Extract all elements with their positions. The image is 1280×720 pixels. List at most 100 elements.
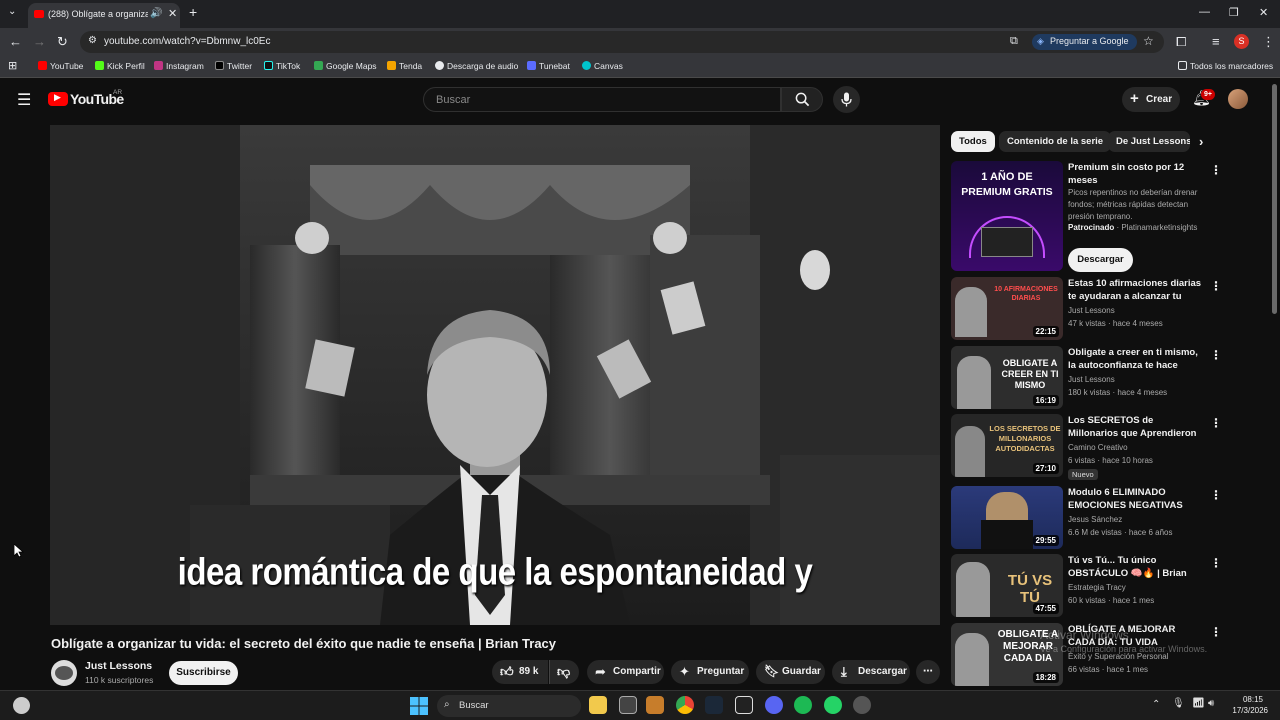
bookmark-youtube[interactable]: YouTube xyxy=(38,61,83,71)
video-thumbnail[interactable]: 10 AFIRMACIONES DIARIAS 22:15 xyxy=(951,277,1063,340)
ask-google-button[interactable]: ◈ Preguntar a Google xyxy=(1032,34,1137,50)
chrome-icon[interactable] xyxy=(676,696,694,714)
more-vertical-icon[interactable]: ⋮ xyxy=(1210,556,1222,570)
clock-date[interactable]: 17/3/2026 xyxy=(1224,706,1268,715)
create-button[interactable]: + Crear xyxy=(1122,87,1180,112)
more-vertical-icon[interactable]: ⋮ xyxy=(1210,625,1222,639)
bookmark-star-icon[interactable]: ☆ xyxy=(1143,34,1154,48)
bookmark-tunebat[interactable]: Tunebat xyxy=(527,61,570,71)
file-explorer-icon[interactable] xyxy=(589,696,607,714)
video-title[interactable]: Tú vs Tú... Tu único OBSTÁCULO 🧠🔥 | Bria… xyxy=(1068,554,1204,580)
download-button[interactable]: ⤓ Descargar xyxy=(832,660,910,684)
close-window-icon[interactable]: ✕ xyxy=(1259,6,1268,19)
ask-button[interactable]: ✦ Preguntar xyxy=(671,660,749,684)
wifi-icon[interactable]: 📶︎ xyxy=(1192,698,1205,709)
spotify-icon[interactable] xyxy=(794,696,812,714)
more-vertical-icon[interactable]: ⋮ xyxy=(1210,348,1222,362)
tab-search-icon[interactable]: ⌄ xyxy=(8,6,16,17)
search-button[interactable] xyxy=(781,87,823,112)
video-title[interactable]: Obligate a creer en ti mismo, la autocon… xyxy=(1068,346,1204,372)
site-info-icon[interactable]: ⚙ xyxy=(88,35,97,46)
channel-name[interactable]: Just Lessons xyxy=(1068,306,1115,315)
page-scrollbar[interactable] xyxy=(1272,84,1277,314)
address-bar[interactable]: ⚙ youtube.com/watch?v=Dbmnw_lc0Ec ⧉ ◈ Pr… xyxy=(80,31,1164,53)
bookmark-tenda[interactable]: Tenda xyxy=(387,61,422,71)
restore-icon[interactable]: ❐ xyxy=(1229,6,1239,19)
channel-name[interactable]: Estrategia Tracy xyxy=(1068,583,1126,592)
bookmark-twitter[interactable]: Twitter xyxy=(215,61,252,71)
channel-name[interactable]: Just Lessons xyxy=(85,660,152,672)
bookmark-canvas[interactable]: Canvas xyxy=(582,61,623,71)
cast-icon[interactable]: ⧉ xyxy=(1010,35,1018,48)
video-thumbnail[interactable]: TÚ VS TÚ 47:55 xyxy=(951,554,1063,617)
bookmark-instagram[interactable]: Instagram xyxy=(154,61,204,71)
video-thumbnail[interactable]: 29:55 xyxy=(951,486,1063,549)
forward-icon[interactable]: → xyxy=(33,34,46,49)
ad-title[interactable]: Premium sin costo por 12 meses xyxy=(1068,161,1204,187)
ad-menu-icon[interactable]: ⋮ xyxy=(1210,163,1222,177)
volume-icon[interactable]: 🔊︎ xyxy=(1208,698,1214,709)
subscribe-button[interactable]: Suscribirse xyxy=(169,661,238,685)
video-title[interactable]: Modulo 6 ELIMINADO EMOCIONES NEGATIVAS xyxy=(1068,486,1204,512)
bookmark-kick[interactable]: Kick Perfil xyxy=(95,61,145,71)
store-icon[interactable] xyxy=(619,696,637,714)
profile-avatar[interactable]: S xyxy=(1234,34,1249,49)
clock-time[interactable]: 08:15 xyxy=(1229,695,1263,704)
search-input[interactable]: Buscar xyxy=(423,87,781,112)
channel-name[interactable]: Jesus Sánchez xyxy=(1068,515,1122,524)
more-vertical-icon[interactable]: ⋮ xyxy=(1210,488,1222,502)
list-item[interactable]: OBLIGATE A CREER EN TI MISMO 16:19 Oblig… xyxy=(951,346,1261,409)
list-item[interactable]: 10 AFIRMACIONES DIARIAS 22:15 Estas 10 a… xyxy=(951,277,1261,340)
share-button[interactable]: ➦ Compartir xyxy=(587,660,664,684)
video-title[interactable]: Estas 10 afirmaciones diarias te ayudara… xyxy=(1068,277,1204,303)
reload-icon[interactable]: ↻ xyxy=(57,34,68,50)
chrome-menu-icon[interactable]: ⋮ xyxy=(1262,34,1275,50)
media-control-icon[interactable]: ≡ xyxy=(1212,34,1220,49)
minimize-icon[interactable]: — xyxy=(1199,6,1210,18)
url-text[interactable]: youtube.com/watch?v=Dbmnw_lc0Ec xyxy=(104,36,270,47)
windows-start-icon[interactable] xyxy=(410,697,428,715)
ad-thumbnail[interactable]: 1 AÑO DE PREMIUM GRATIS xyxy=(951,161,1063,271)
taskbar-search[interactable]: ⌕ Buscar xyxy=(437,695,581,717)
epic-games-icon[interactable] xyxy=(735,696,753,714)
app-icon[interactable] xyxy=(853,696,871,714)
list-item[interactable]: LOS SECRETOS DE MILLONARIOS AUTODIDACTAS… xyxy=(951,414,1261,484)
chip-todos[interactable]: Todos xyxy=(951,131,995,152)
tab-close-icon[interactable]: ✕ xyxy=(168,7,177,20)
tray-chevron-icon[interactable]: ⌃ xyxy=(1152,699,1160,710)
list-item[interactable]: 29:55 Modulo 6 ELIMINADO EMOCIONES NEGAT… xyxy=(951,486,1261,549)
video-title[interactable]: Los SECRETOS de Millonarios que Aprendie… xyxy=(1068,414,1204,440)
brave-icon[interactable] xyxy=(646,696,664,714)
speaker-icon[interactable]: 🔊 xyxy=(150,8,162,19)
new-tab-icon[interactable]: + xyxy=(189,4,197,20)
microphone-tray-icon[interactable]: 🎙︎ xyxy=(1172,698,1185,709)
list-item[interactable]: TÚ VS TÚ 47:55 Tú vs Tú... Tu único OBST… xyxy=(951,554,1261,617)
video-thumbnail[interactable]: LOS SECRETOS DE MILLONARIOS AUTODIDACTAS… xyxy=(951,414,1063,477)
save-button[interactable]: 🔖︎ Guardar xyxy=(756,660,825,684)
user-avatar[interactable] xyxy=(1228,89,1248,109)
all-bookmarks[interactable]: Todos los marcadores xyxy=(1178,61,1273,71)
dislike-button[interactable]: 👎︎ xyxy=(549,660,579,684)
channel-name[interactable]: Camino Creativo xyxy=(1068,443,1128,452)
apps-grid-icon[interactable]: ⊞ xyxy=(8,59,17,72)
chip-channel[interactable]: De Just Lessons xyxy=(1108,131,1190,152)
voice-search-button[interactable] xyxy=(833,86,860,113)
browser-tab[interactable]: (288) Oblígate a organizar tu vida: el s… xyxy=(28,3,180,28)
steam-icon[interactable] xyxy=(705,696,723,714)
bookmark-google-maps[interactable]: Google Maps xyxy=(314,61,377,71)
chip-series[interactable]: Contenido de la serie xyxy=(999,131,1112,152)
more-vertical-icon[interactable]: ⋮ xyxy=(1210,416,1222,430)
chevron-right-icon[interactable]: › xyxy=(1199,134,1203,149)
channel-name[interactable]: Just Lessons xyxy=(1068,375,1115,384)
more-actions-button[interactable]: ⋯ xyxy=(916,660,940,684)
video-thumbnail[interactable]: OBLIGATE A CREER EN TI MISMO 16:19 xyxy=(951,346,1063,409)
bookmark-descarga-audio[interactable]: Descarga de audio xyxy=(435,61,518,71)
whatsapp-icon[interactable] xyxy=(824,696,842,714)
weather-widget-icon[interactable] xyxy=(13,697,30,714)
bookmark-tiktok[interactable]: TikTok xyxy=(264,61,300,71)
channel-avatar[interactable] xyxy=(51,660,77,686)
discord-icon[interactable] xyxy=(765,696,783,714)
video-player[interactable]: idea romántica de que la espontaneidad y xyxy=(50,125,940,625)
sponsored-ad[interactable]: 1 AÑO DE PREMIUM GRATIS Premium sin cost… xyxy=(951,161,1261,273)
more-vertical-icon[interactable]: ⋮ xyxy=(1210,279,1222,293)
